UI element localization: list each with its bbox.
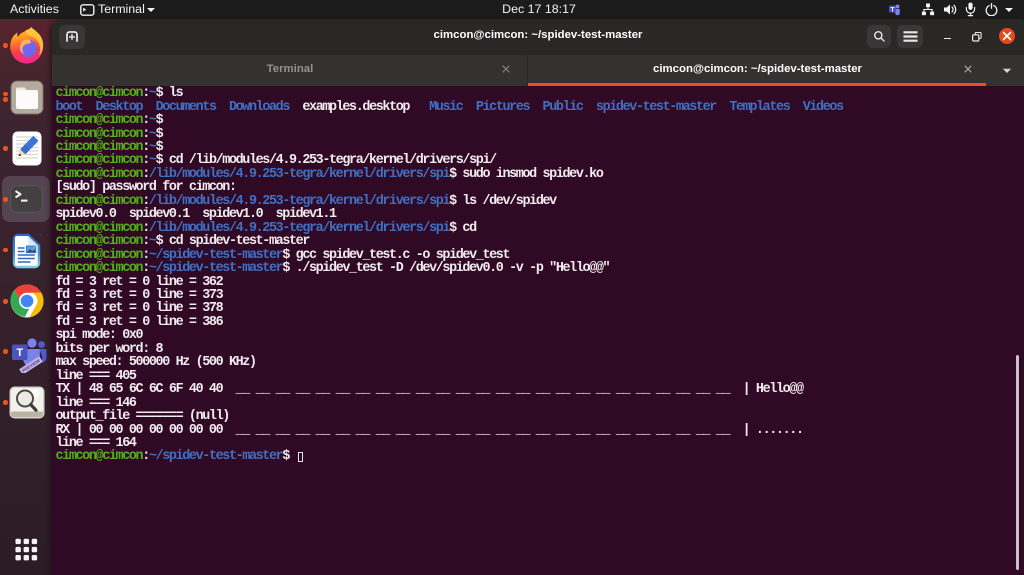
svg-text:T: T — [16, 347, 23, 359]
svg-text:T: T — [891, 6, 895, 13]
